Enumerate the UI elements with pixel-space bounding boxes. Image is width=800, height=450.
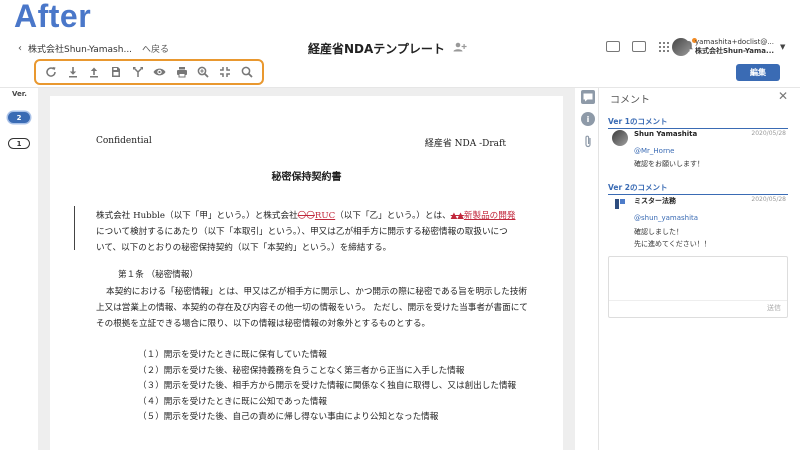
zoom-in-icon[interactable] <box>196 65 210 79</box>
eye-icon[interactable] <box>153 65 167 79</box>
add-person-icon[interactable] <box>453 42 467 55</box>
intro-paragraph: 株式会社 Hubble（以下「甲」という。）と株式会社〇〇RUC（以下「乙」とい… <box>96 208 516 256</box>
comment-text: 確認をお願いします！ <box>634 160 704 168</box>
back-link[interactable]: ‹ 株式会社Shun-Yamash... へ戻る <box>18 42 169 55</box>
draft-label: 経産省 NDA -Draft <box>424 139 506 149</box>
list-item: （５）開示を受けた後、自己の責めに帰し得ない事由により公知となった情報 <box>138 412 439 422</box>
save-file-icon[interactable] <box>109 65 123 79</box>
inserted-text: RUC <box>314 211 336 221</box>
confidential-label: Confidential <box>96 136 152 146</box>
comment-panel-title: コメント <box>610 95 650 106</box>
list-item: （４）開示を受けたときに既に公知であった情報 <box>138 396 327 407</box>
apps-grid-icon[interactable] <box>658 40 669 52</box>
attachment-icon[interactable] <box>581 134 595 148</box>
comment-text: 確認しました！ 先に進めてください！！ <box>634 226 711 250</box>
comment-mention[interactable]: @shun_yamashita <box>634 214 698 222</box>
change-bar <box>74 206 76 250</box>
comment-icon[interactable] <box>581 90 595 104</box>
deleted-text: 〇〇 <box>297 211 315 221</box>
comment-date: 2020/05/28 <box>751 196 786 203</box>
avatar <box>612 196 628 212</box>
back-label: へ戻る <box>142 45 170 55</box>
comment-mention[interactable]: @Mr_Horne <box>634 147 674 155</box>
user-info: yamashita+doclist@... 株式会社Shun-Yama... <box>695 38 774 56</box>
close-icon[interactable]: ✕ <box>778 89 788 103</box>
after-overlay-label: After <box>14 0 92 34</box>
divider <box>598 88 599 450</box>
comment-author: ミスター法務 <box>634 197 676 205</box>
document-toolbar <box>34 59 264 85</box>
list-item: （３）開示を受けた後、相手方から開示を受けた情報に関係なく独自に取得し、又は創出… <box>138 381 517 391</box>
app-window: After ‹ 株式会社Shun-Yamash... へ戻る 経産省NDAテンプ… <box>0 0 800 450</box>
list-item: （２）開示を受けた後、秘密保持義務を負うことなく第三者から正当に入手した情報 <box>138 365 465 376</box>
refresh-icon[interactable] <box>44 65 58 79</box>
search-icon[interactable] <box>240 65 254 79</box>
document-title: 経産省NDAテンプレート <box>308 40 467 57</box>
version-2-button[interactable]: 2 <box>8 112 30 123</box>
version-label: Ver. <box>12 90 27 98</box>
intro-text-1: 株式会社 Hubble（以下「甲」という。）と株式会社 <box>96 211 298 221</box>
workspace-name: 株式会社Shun-Yamash... <box>28 45 133 55</box>
article-items: （１）開示を受けたときに既に保有していた情報 （２）開示を受けた後、秘密保持義務… <box>138 348 518 426</box>
export-icon[interactable] <box>632 40 646 52</box>
inserted-text-2: 新製品の開発 <box>463 211 516 221</box>
comment-section-ver1: Ver 1のコメント <box>608 116 788 129</box>
edit-button[interactable]: 編集 <box>736 64 780 81</box>
document-heading: 秘密保持契約書 <box>271 172 342 183</box>
divider <box>609 300 787 301</box>
deleted-text-2: ▲▲ <box>450 211 464 221</box>
comment-text-line: 確認しました！ <box>634 228 683 236</box>
comment-section-ver2: Ver 2のコメント <box>608 182 788 195</box>
comment-date: 2020/05/28 <box>751 130 786 137</box>
comment-panel: コメント ✕ Ver 1のコメント Shun Yamashita 2020/05… <box>600 88 800 450</box>
intro-text-2: （以下「乙」という。）とは、 <box>335 211 451 221</box>
list-item: （１）開示を受けたときに既に保有していた情報 <box>138 350 327 360</box>
avatar <box>672 38 690 56</box>
avatar <box>612 130 628 146</box>
user-email: yamashita+doclist@... <box>695 38 774 46</box>
version-1-button[interactable]: 1 <box>8 138 30 149</box>
download-icon[interactable] <box>66 65 80 79</box>
comment-text-line: 先に進めてください！！ <box>634 240 711 248</box>
upload-icon[interactable] <box>87 65 101 79</box>
document-page[interactable]: Confidential 経産省 NDA -Draft 秘密保持契約書 株式会社… <box>50 96 563 450</box>
merge-icon[interactable] <box>131 65 145 79</box>
side-rail: i <box>578 88 598 450</box>
chevron-left-icon: ‹ <box>18 43 22 54</box>
comment-input[interactable]: 送信 <box>608 256 788 318</box>
article-body: 本契約における「秘密情報」とは、甲又は乙が相手方に開示し、かつ開示の際に秘密であ… <box>96 284 528 332</box>
import-icon[interactable] <box>606 40 620 52</box>
send-button[interactable]: 送信 <box>767 303 781 313</box>
article-body-text: 本契約における「秘密情報」とは、甲又は乙が相手方に開示し、かつ開示の際に秘密であ… <box>96 287 528 329</box>
print-icon[interactable] <box>175 65 189 79</box>
user-menu[interactable]: yamashita+doclist@... 株式会社Shun-Yama... ▼ <box>672 38 785 56</box>
article-title: 第１条 （秘密情報） <box>118 270 199 280</box>
comment-author: Shun Yamashita <box>634 130 698 138</box>
intro-text-3: について検討するにあたり（以下「本取引」という。）、甲又は乙が相手方に開示する秘… <box>96 227 508 253</box>
collapse-icon[interactable] <box>218 65 232 79</box>
user-org: 株式会社Shun-Yama... <box>695 47 775 55</box>
info-icon[interactable]: i <box>581 112 595 126</box>
caret-down-icon: ▼ <box>780 43 786 51</box>
document-title-text: 経産省NDAテンプレート <box>308 42 445 56</box>
